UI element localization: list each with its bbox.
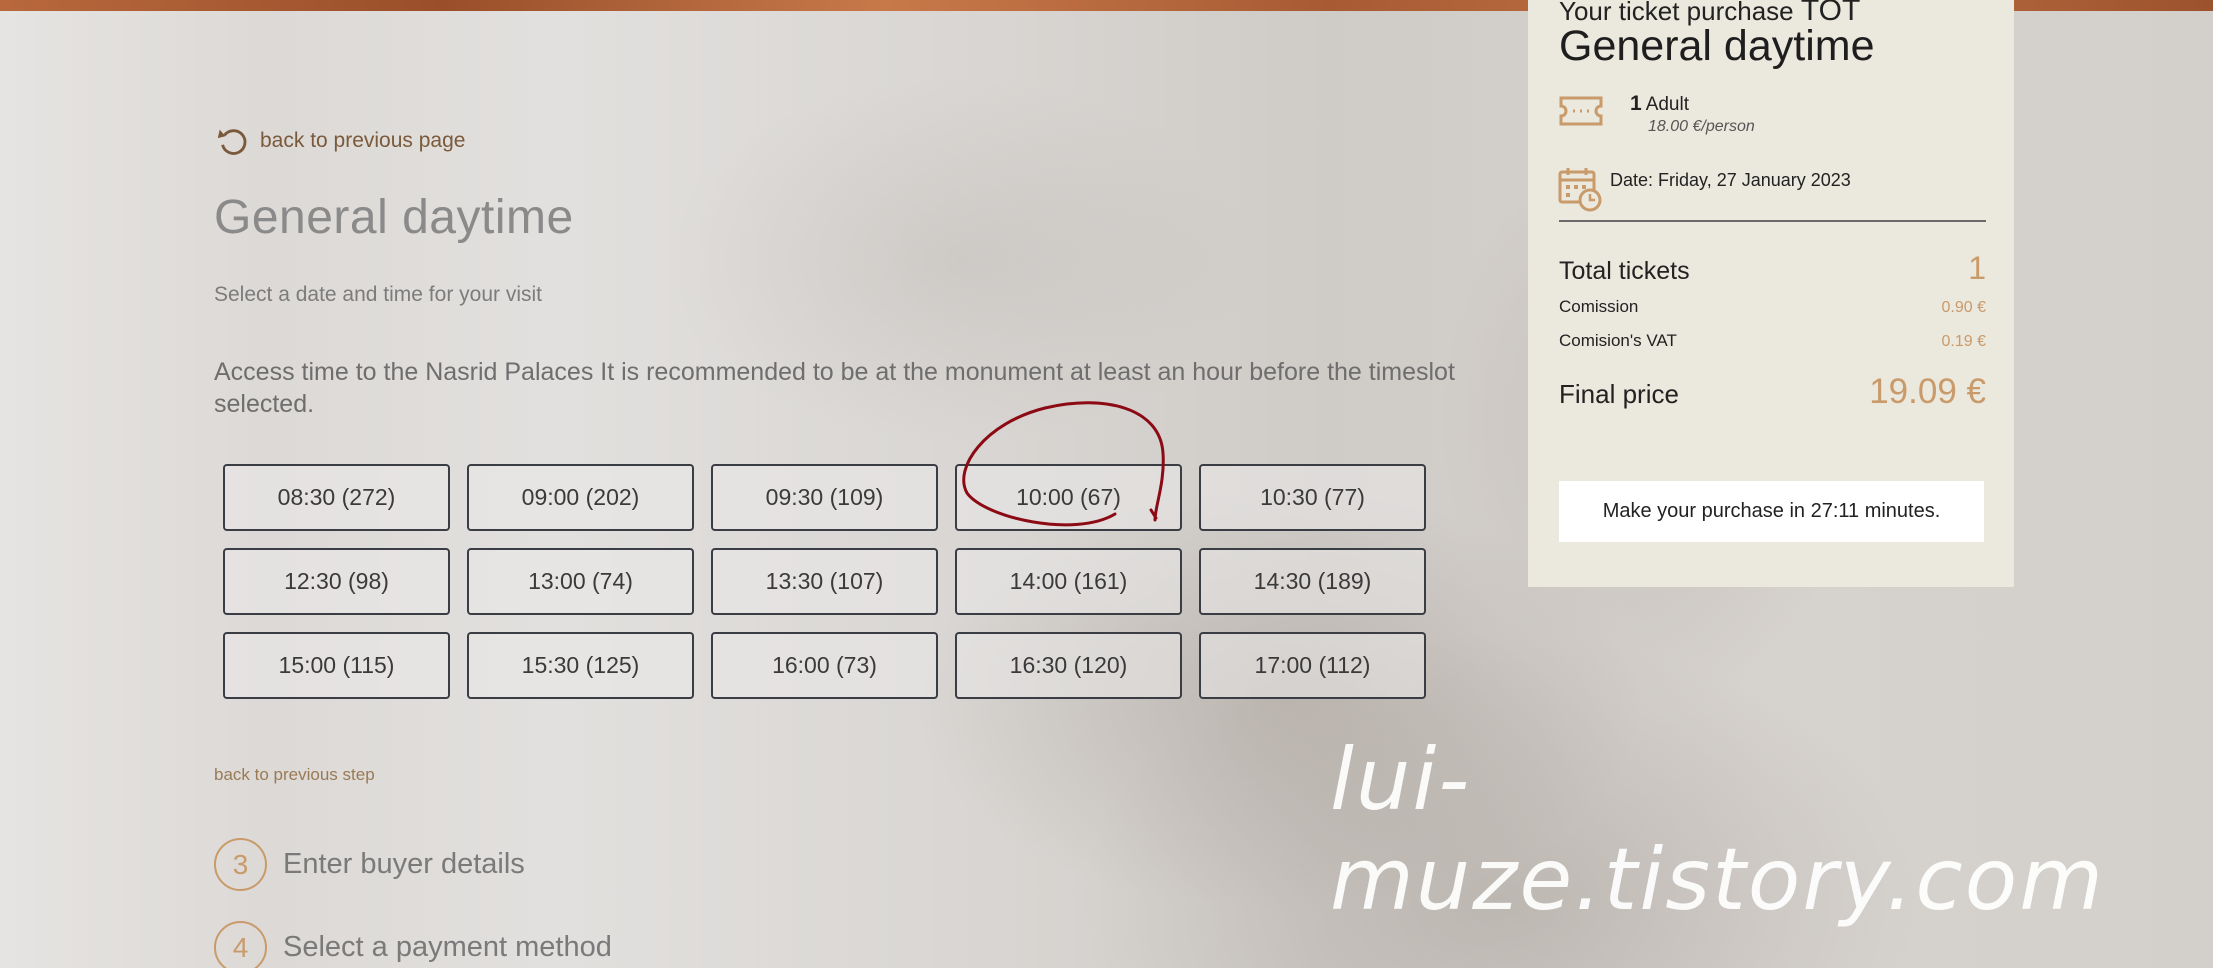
price-per-person: 18.00 €/person bbox=[1648, 118, 1755, 135]
calendar-clock-icon bbox=[1558, 168, 1602, 212]
visit-date: Date: Friday, 27 January 2023 bbox=[1610, 170, 1851, 190]
timeslot-button[interactable]: 10:00 (67) bbox=[955, 464, 1182, 531]
ticket-type-line: 1 Adult bbox=[1630, 92, 1689, 116]
timeslot-button[interactable]: 15:30 (125) bbox=[467, 632, 694, 699]
undo-arrow-icon bbox=[217, 129, 247, 155]
step-number: 4 bbox=[214, 921, 267, 968]
summary-divider bbox=[1559, 220, 1986, 222]
step-label: Enter buyer details bbox=[283, 848, 525, 880]
timeslot-button[interactable]: 10:30 (77) bbox=[1199, 464, 1426, 531]
commission-value: 0.90 € bbox=[1941, 299, 1986, 316]
commission-row: Comission 0.90 € bbox=[1559, 297, 1986, 316]
ticket-icon bbox=[1559, 96, 1603, 126]
page-subtitle: Select a date and time for your visit bbox=[214, 283, 542, 306]
timeslot-grid: 08:30 (272) 09:00 (202) 09:30 (109) 10:0… bbox=[223, 464, 1426, 699]
access-time-note: Access time to the Nasrid Palaces It is … bbox=[214, 358, 1455, 418]
vat-value: 0.19 € bbox=[1941, 333, 1986, 350]
summary-title: General daytime bbox=[1559, 22, 1875, 70]
final-price-value: 19.09 € bbox=[1869, 372, 1986, 411]
timeslot-button[interactable]: 13:30 (107) bbox=[711, 548, 938, 615]
page-title: General daytime bbox=[214, 191, 574, 244]
watermark-text: lui-muze.tistory.com bbox=[1330, 730, 2106, 930]
total-tickets-value: 1 bbox=[1968, 250, 1986, 286]
back-to-previous-page-link[interactable]: back to previous page bbox=[214, 122, 465, 160]
timeslot-button[interactable]: 16:00 (73) bbox=[711, 632, 938, 699]
purchase-summary-panel: Your ticket purchase TOT General daytime… bbox=[1528, 0, 2014, 587]
step-number: 3 bbox=[214, 838, 267, 891]
timeslot-button[interactable]: 14:00 (161) bbox=[955, 548, 1182, 615]
back-to-previous-page-label: back to previous page bbox=[260, 129, 466, 152]
step-select-payment-method[interactable]: 4 Select a payment method bbox=[214, 921, 612, 968]
timeslot-button[interactable]: 17:00 (112) bbox=[1199, 632, 1426, 699]
step-label: Select a payment method bbox=[283, 931, 612, 963]
back-to-previous-step-link[interactable]: back to previous step bbox=[214, 765, 375, 785]
final-price-row: Final price 19.09 € bbox=[1559, 372, 1986, 411]
timeslot-button[interactable]: 09:00 (202) bbox=[467, 464, 694, 531]
purchase-timer: Make your purchase in 27:11 minutes. bbox=[1559, 481, 1984, 542]
timeslot-button[interactable]: 15:00 (115) bbox=[223, 632, 450, 699]
timeslot-button[interactable]: 13:00 (74) bbox=[467, 548, 694, 615]
ticket-quantity: 1 bbox=[1630, 92, 1642, 115]
timeslot-button[interactable]: 16:30 (120) bbox=[955, 632, 1182, 699]
ticket-type: Adult bbox=[1645, 94, 1689, 115]
timeslot-button[interactable]: 09:30 (109) bbox=[711, 464, 938, 531]
vat-row: Comision's VAT 0.19 € bbox=[1559, 331, 1986, 350]
timeslot-button[interactable]: 12:30 (98) bbox=[223, 548, 450, 615]
total-tickets-row: Total tickets 1 bbox=[1559, 250, 1986, 286]
timeslot-button[interactable]: 08:30 (272) bbox=[223, 464, 450, 531]
timeslot-button[interactable]: 14:30 (189) bbox=[1199, 548, 1426, 615]
step-enter-buyer-details[interactable]: 3 Enter buyer details bbox=[214, 838, 525, 891]
